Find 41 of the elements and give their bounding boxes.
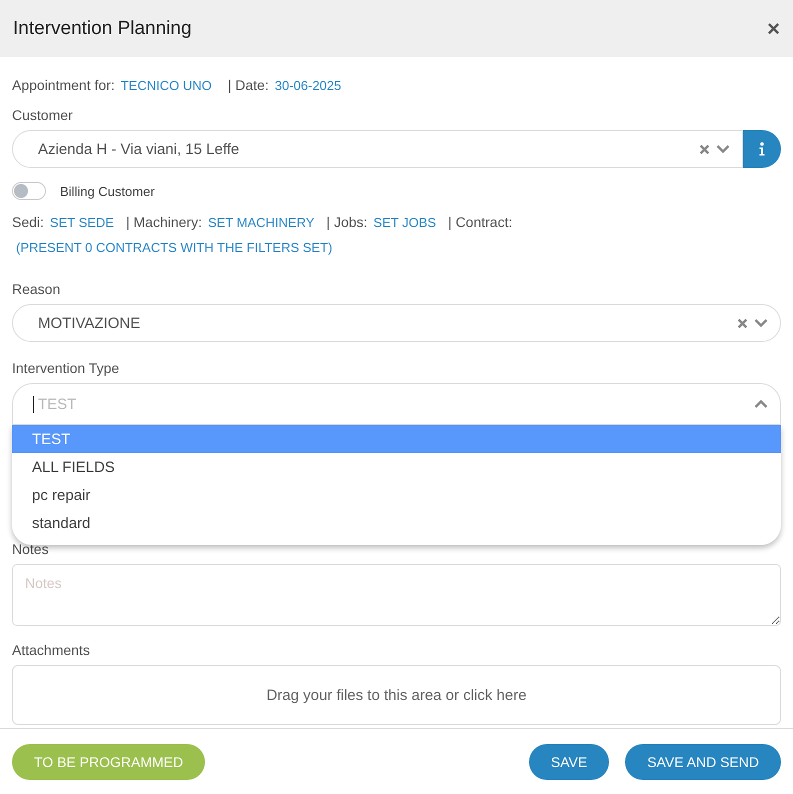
- field-label: | Jobs:: [326, 214, 368, 230]
- chevron-down-icon[interactable]: [716, 144, 730, 154]
- field-label: Notes: [12, 541, 50, 557]
- field-label: Reason: [12, 281, 62, 297]
- contracts-link[interactable]: (PRESENT 0 CONTRACTS WITH THE FILTERS SET): [16, 240, 332, 255]
- appointment-label: Appointment for:: [12, 77, 115, 93]
- toggle-label: Billing Customer: [60, 184, 155, 198]
- status-button[interactable]: TO BE PROGRAMMED: [12, 744, 206, 780]
- select-value: Azienda H - Via viani, 15 Leffe: [38, 140, 240, 158]
- field-label: Attachments: [12, 642, 91, 658]
- reason-select[interactable]: MOTIVAZIONE: [12, 304, 781, 342]
- select-value: MOTIVAZIONE: [38, 314, 142, 332]
- technician-link[interactable]: TECNICO UNO: [120, 78, 212, 92]
- chevron-down-icon[interactable]: [754, 318, 768, 328]
- dropdown-option[interactable]: pc repair: [12, 481, 781, 509]
- field-label: | Machinery:: [126, 214, 202, 230]
- info-button[interactable]: [743, 130, 781, 168]
- dropdown-option[interactable]: standard: [12, 509, 781, 537]
- set-link[interactable]: SET JOBS: [373, 214, 436, 230]
- select-placeholder: TEST: [38, 396, 78, 412]
- set-link[interactable]: SET SEDE: [50, 214, 114, 230]
- date-label: | Date:: [228, 77, 269, 93]
- clear-icon[interactable]: [699, 144, 710, 154]
- save-button[interactable]: SAVE: [528, 744, 610, 780]
- file-drop-area[interactable]: Drag your files to this area or click here: [12, 665, 781, 725]
- field-label: Sedi:: [12, 214, 44, 230]
- date-value: 30-06-2025: [274, 78, 342, 92]
- toggle-switch[interactable]: [12, 182, 46, 200]
- dropdown-option[interactable]: TEST: [12, 425, 781, 453]
- field-label: Customer: [12, 107, 74, 123]
- info-icon: [759, 142, 765, 156]
- window-title: Intervention Planning: [13, 18, 192, 40]
- dropdown-option[interactable]: ALL FIELDS: [12, 453, 781, 481]
- save-button[interactable]: SAVE AND SEND: [625, 744, 781, 780]
- clear-icon[interactable]: [737, 318, 748, 328]
- chevron-up-icon[interactable]: [754, 399, 768, 409]
- customer-select[interactable]: Azienda H - Via viani, 15 Leffe: [12, 130, 743, 168]
- field-label: | Contract:: [448, 214, 512, 230]
- set-link[interactable]: SET MACHINERY: [208, 214, 314, 230]
- field-label: Intervention Type: [12, 360, 120, 376]
- close-button[interactable]: ×: [767, 16, 780, 42]
